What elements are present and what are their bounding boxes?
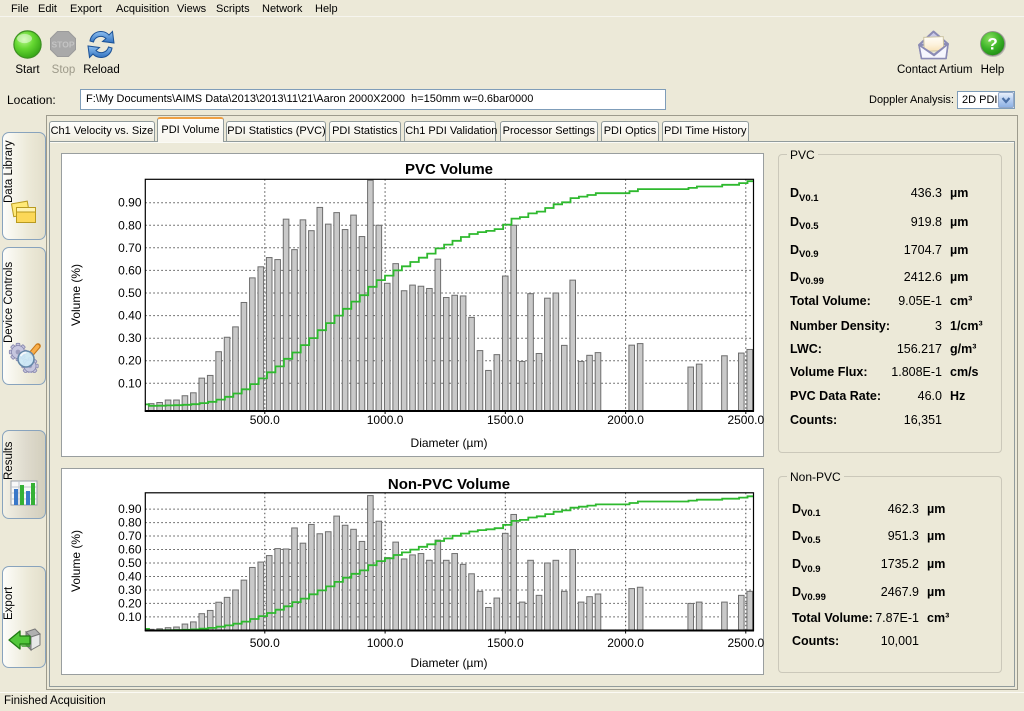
- svg-text:PVC Volume: PVC Volume: [405, 161, 493, 178]
- svg-text:0.30: 0.30: [118, 583, 142, 597]
- svg-text:STOP: STOP: [52, 40, 75, 50]
- svg-text:2000.0: 2000.0: [607, 413, 644, 427]
- svg-text:0.80: 0.80: [118, 218, 142, 232]
- svg-text:0.40: 0.40: [118, 570, 142, 584]
- svg-text:500.0: 500.0: [250, 636, 280, 650]
- svg-text:Volume (%): Volume (%): [69, 264, 83, 326]
- svg-text:0.50: 0.50: [118, 286, 142, 300]
- svg-text:Volume (%): Volume (%): [69, 530, 83, 592]
- svg-text:0.60: 0.60: [118, 543, 142, 557]
- svg-text:1500.0: 1500.0: [487, 413, 524, 427]
- svg-text:1000.0: 1000.0: [367, 413, 404, 427]
- svg-text:1000.0: 1000.0: [367, 636, 404, 650]
- svg-text:Diameter (µm): Diameter (µm): [411, 436, 488, 450]
- svg-text:Diameter (µm): Diameter (µm): [411, 656, 488, 670]
- svg-text:Non-PVC Volume: Non-PVC Volume: [388, 476, 510, 493]
- svg-text:0.40: 0.40: [118, 309, 142, 323]
- svg-text:0.20: 0.20: [118, 596, 142, 610]
- svg-text:0.10: 0.10: [118, 610, 142, 624]
- svg-text:?: ?: [987, 35, 997, 54]
- svg-text:0.90: 0.90: [118, 502, 142, 516]
- svg-text:0.90: 0.90: [118, 196, 142, 210]
- svg-text:0.70: 0.70: [118, 529, 142, 543]
- svg-text:0.70: 0.70: [118, 241, 142, 255]
- svg-text:500.0: 500.0: [250, 413, 280, 427]
- svg-text:2000.0: 2000.0: [607, 636, 644, 650]
- svg-text:0.10: 0.10: [118, 376, 142, 390]
- svg-text:2500.0: 2500.0: [727, 636, 764, 650]
- svg-text:1500.0: 1500.0: [487, 636, 524, 650]
- svg-text:0.30: 0.30: [118, 331, 142, 345]
- svg-text:2500.0: 2500.0: [727, 413, 764, 427]
- svg-text:0.20: 0.20: [118, 354, 142, 368]
- svg-text:0.60: 0.60: [118, 263, 142, 277]
- svg-text:0.50: 0.50: [118, 556, 142, 570]
- svg-text:0.80: 0.80: [118, 516, 142, 530]
